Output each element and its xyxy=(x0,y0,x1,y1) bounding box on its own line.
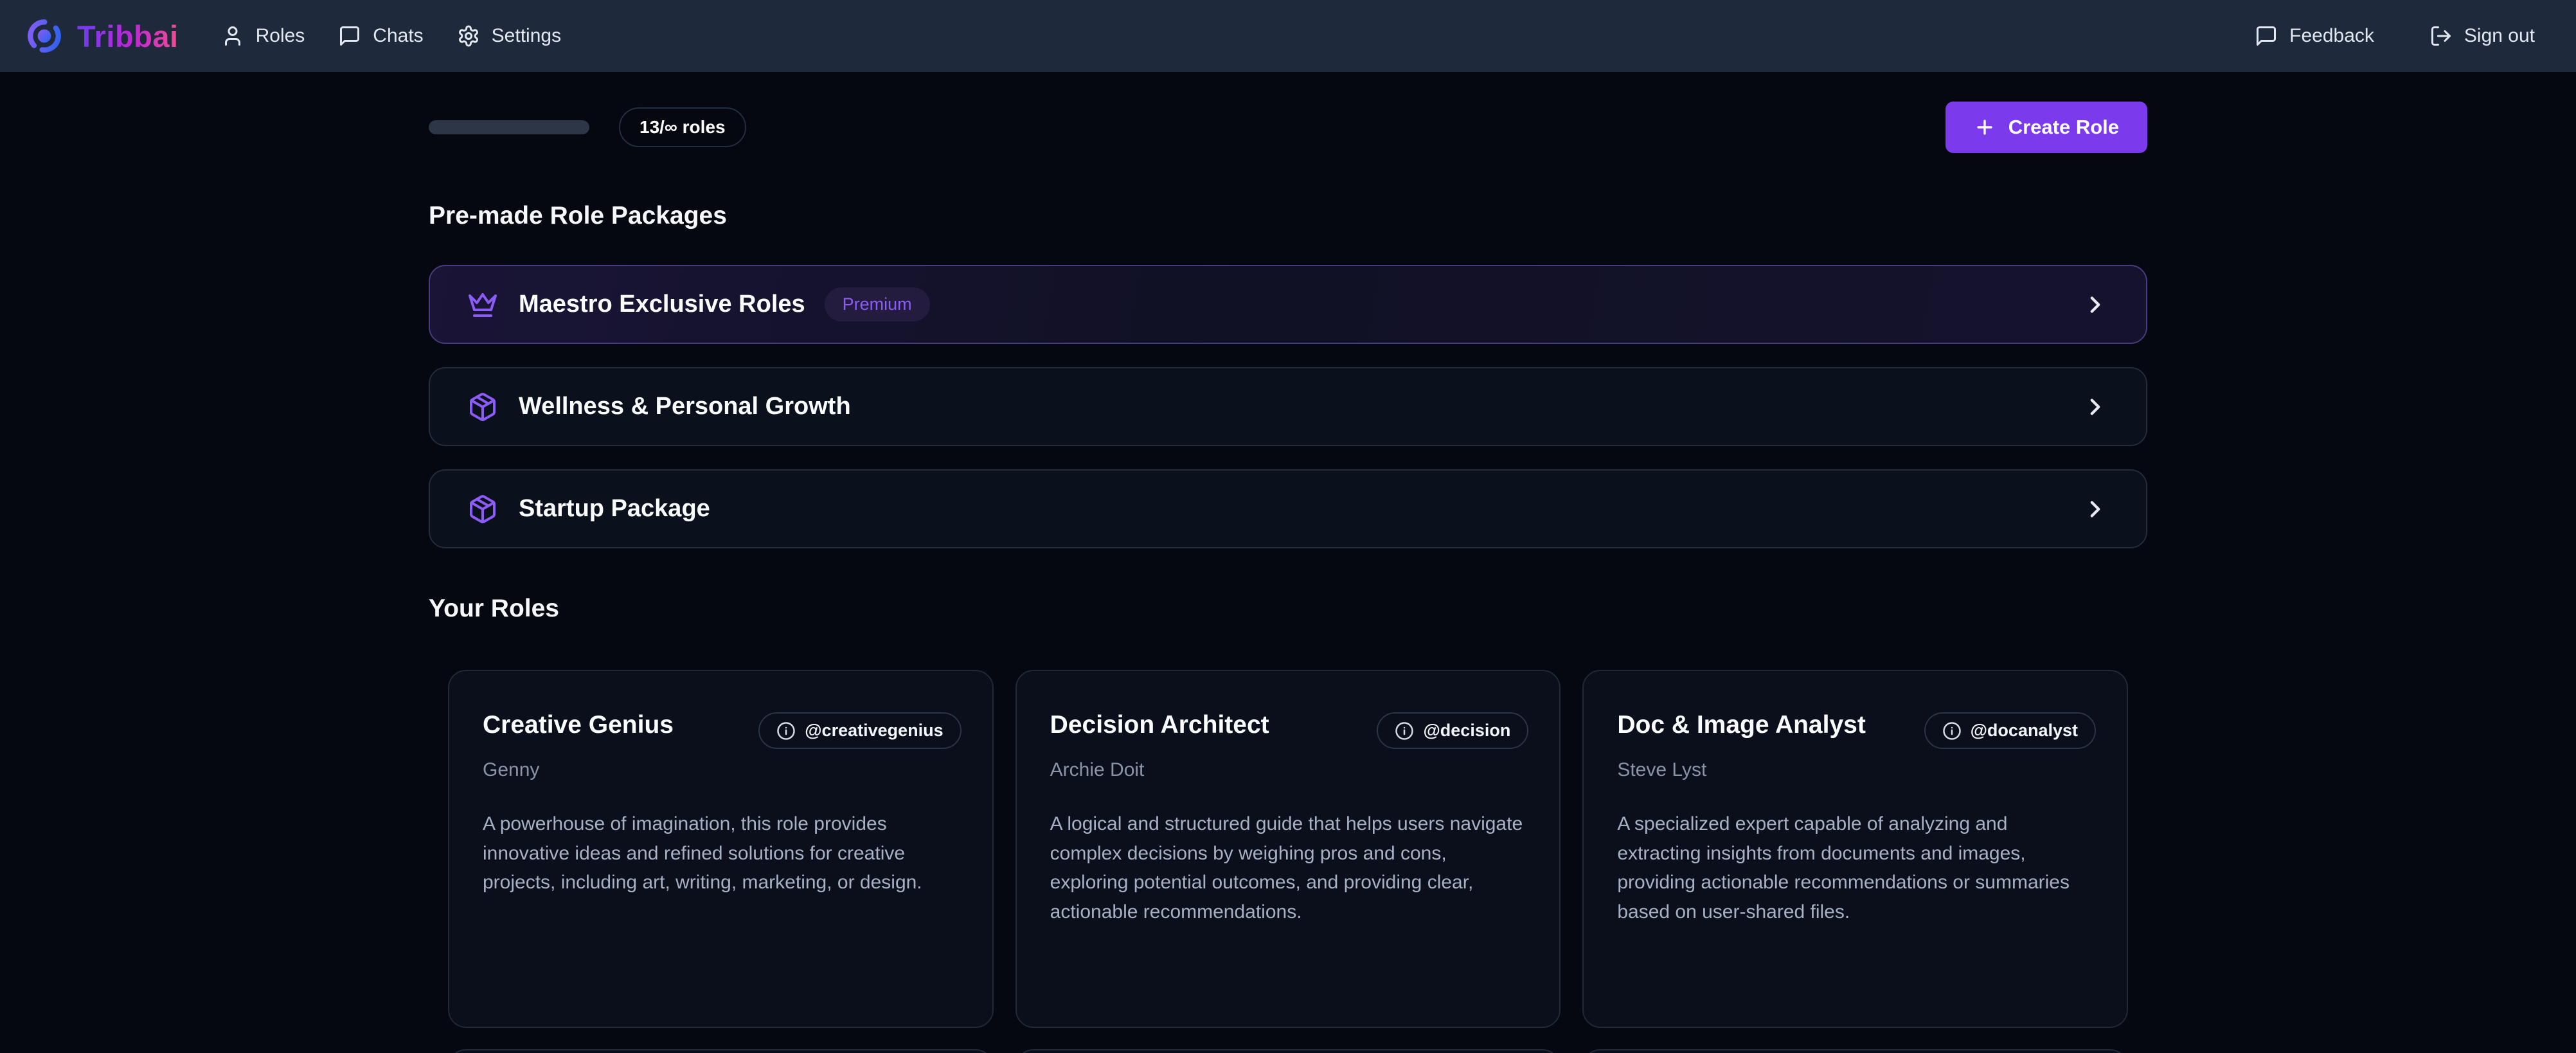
role-subtitle: Steve Lyst xyxy=(1617,759,2096,781)
crown-icon xyxy=(467,289,498,320)
roles-count-badge: 13/∞ roles xyxy=(619,107,746,147)
brand-name: Tribbai xyxy=(77,19,179,54)
primary-nav: Roles Chats Settings xyxy=(221,24,561,48)
role-title: Doc & Image Analyst xyxy=(1617,711,1866,739)
chevron-right-icon xyxy=(2082,496,2109,523)
create-role-label: Create Role xyxy=(2008,116,2119,139)
roles-toolbar: 13/∞ roles Create Role xyxy=(429,102,2147,153)
roles-progress-bar xyxy=(429,120,589,134)
roles-grid-row-2 xyxy=(448,1049,2128,1053)
role-card-creative-genius[interactable]: Creative Genius @creativegenius Genny A … xyxy=(448,670,994,1028)
nav-label: Sign out xyxy=(2464,25,2535,47)
role-card-decision-architect[interactable]: Decision Architect @decision Archie Doit… xyxy=(1015,670,1561,1028)
chat-icon xyxy=(338,24,361,48)
premium-badge: Premium xyxy=(825,287,930,321)
role-subtitle: Archie Doit xyxy=(1050,759,1529,781)
package-icon xyxy=(467,392,498,422)
user-icon xyxy=(221,24,244,48)
secondary-nav: Feedback Sign out xyxy=(2255,24,2535,48)
packages-section-title: Pre-made Role Packages xyxy=(429,202,2147,230)
create-role-button[interactable]: Create Role xyxy=(1945,102,2147,153)
package-name: Startup Package xyxy=(519,495,710,523)
role-handle: @creativegenius xyxy=(805,721,943,741)
card-header: Decision Architect @decision xyxy=(1050,711,1529,749)
package-row-startup[interactable]: Startup Package xyxy=(429,469,2147,548)
gear-icon xyxy=(457,24,480,48)
main-content: 13/∞ roles Create Role Pre-made Role Pac… xyxy=(429,102,2147,1053)
role-card-doc-image-analyst[interactable]: Doc & Image Analyst @docanalyst Steve Ly… xyxy=(1582,670,2128,1028)
package-name: Maestro Exclusive Roles xyxy=(519,291,805,318)
top-navbar: Tribbai Roles Chats xyxy=(0,0,2576,72)
role-card-partial[interactable] xyxy=(1582,1049,2128,1053)
role-title: Creative Genius xyxy=(483,711,674,739)
nav-label: Feedback xyxy=(2289,25,2374,47)
nav-item-roles[interactable]: Roles xyxy=(221,24,305,48)
role-description: A specialized expert capable of analyzin… xyxy=(1617,809,2096,926)
nav-item-feedback[interactable]: Feedback xyxy=(2255,24,2374,48)
nav-item-chats[interactable]: Chats xyxy=(338,24,423,48)
role-title: Decision Architect xyxy=(1050,711,1269,739)
card-header: Creative Genius @creativegenius xyxy=(483,711,962,749)
nav-item-sign-out[interactable]: Sign out xyxy=(2429,24,2535,48)
role-description: A powerhouse of imagination, this role p… xyxy=(483,809,962,897)
role-handle: @docanalyst xyxy=(1971,721,2078,741)
info-icon xyxy=(1395,721,1414,741)
chat-icon xyxy=(2255,24,2278,48)
card-header: Doc & Image Analyst @docanalyst xyxy=(1617,711,2096,749)
packages-list: Maestro Exclusive Roles Premium Wellness… xyxy=(429,265,2147,548)
package-row-maestro[interactable]: Maestro Exclusive Roles Premium xyxy=(429,265,2147,344)
nav-label: Settings xyxy=(492,25,561,47)
role-handle: @decision xyxy=(1423,721,1510,741)
tribbai-logo-icon xyxy=(26,17,63,55)
package-icon xyxy=(467,494,498,525)
role-description: A logical and structured guide that help… xyxy=(1050,809,1529,926)
roles-grid: Creative Genius @creativegenius Genny A … xyxy=(448,670,2128,1028)
role-handle-badge[interactable]: @docanalyst xyxy=(1924,712,2096,749)
plus-icon xyxy=(1974,116,1996,138)
package-row-wellness[interactable]: Wellness & Personal Growth xyxy=(429,367,2147,446)
nav-label: Roles xyxy=(256,25,305,47)
role-handle-badge[interactable]: @decision xyxy=(1377,712,1528,749)
package-name: Wellness & Personal Growth xyxy=(519,393,851,420)
role-handle-badge[interactable]: @creativegenius xyxy=(758,712,961,749)
info-icon xyxy=(1942,721,1962,741)
role-subtitle: Genny xyxy=(483,759,962,781)
info-icon xyxy=(776,721,796,741)
brand-logo[interactable]: Tribbai xyxy=(26,17,179,55)
signout-icon xyxy=(2429,24,2453,48)
nav-label: Chats xyxy=(373,25,423,47)
role-card-partial[interactable] xyxy=(1015,1049,1561,1053)
chevron-right-icon xyxy=(2082,291,2109,318)
chevron-right-icon xyxy=(2082,393,2109,420)
your-roles-section-title: Your Roles xyxy=(429,595,2147,623)
nav-item-settings[interactable]: Settings xyxy=(457,24,561,48)
role-card-partial[interactable] xyxy=(448,1049,994,1053)
